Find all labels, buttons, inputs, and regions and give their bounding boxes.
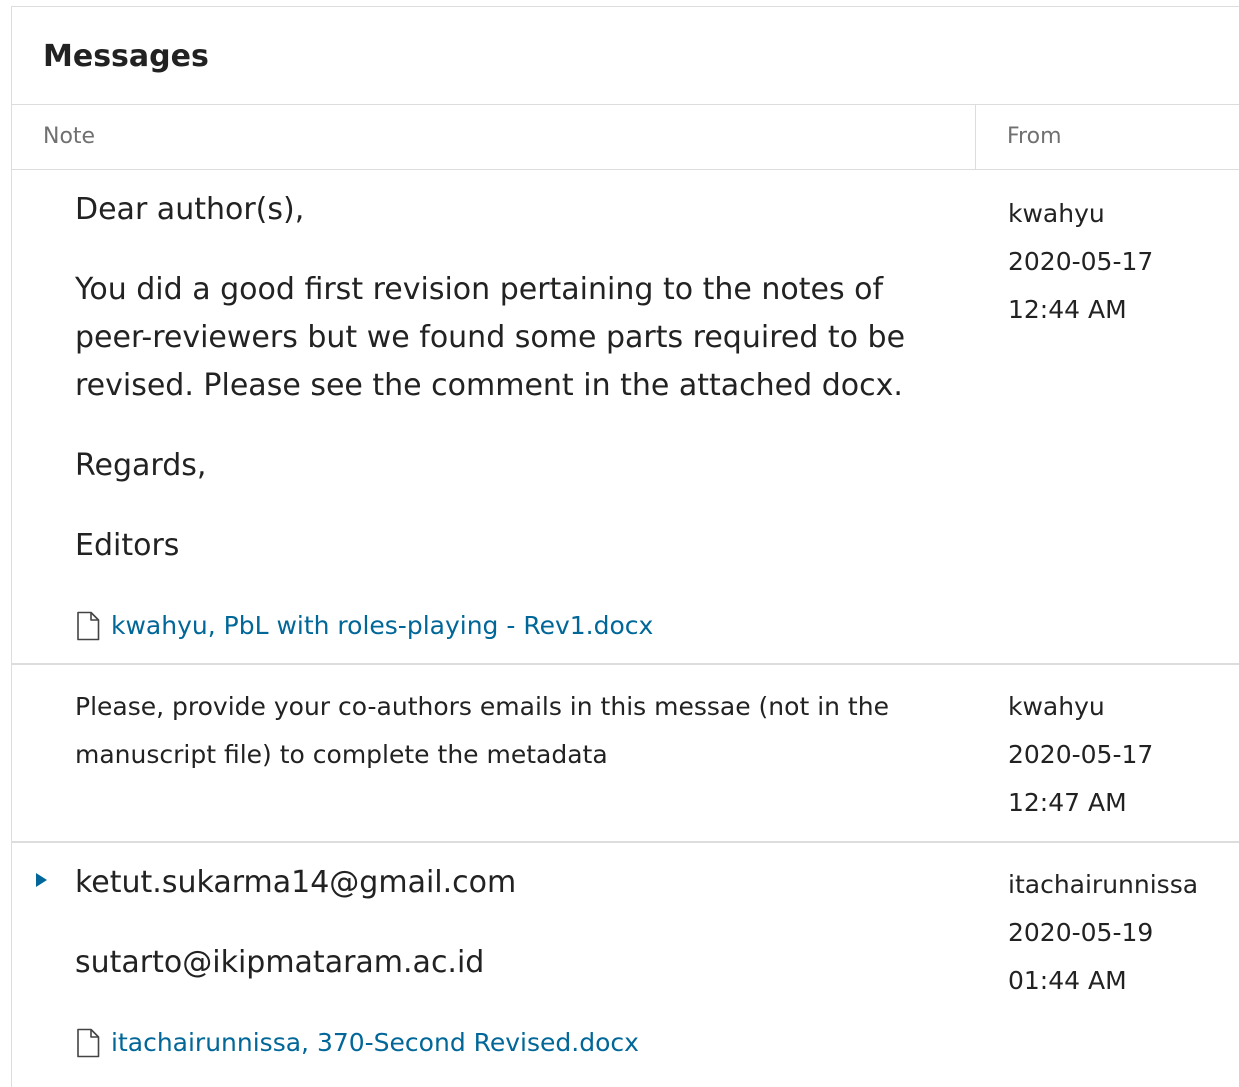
message-date: 2020-05-17	[1008, 247, 1154, 276]
message-note: ketut.sukarma14@gmail.com sutarto@ikipma…	[75, 859, 955, 1059]
message-from-user: kwahyu	[1008, 199, 1105, 228]
message-paragraph: ketut.sukarma14@gmail.com	[75, 865, 517, 900]
message-date: 2020-05-19	[1008, 918, 1154, 947]
message-date: 2020-05-17	[1008, 740, 1154, 769]
message-row: Dear author(s), You did a good first rev…	[12, 170, 1239, 665]
caret-right-icon[interactable]	[34, 871, 50, 889]
message-note: Please, provide your co-authors emails i…	[75, 683, 955, 779]
attachment-link[interactable]: kwahyu, PbL with roles-playing - Rev1.do…	[75, 610, 955, 642]
message-time: 12:47 AM	[1008, 788, 1127, 817]
column-header-note: Note	[43, 124, 96, 149]
message-row: ketut.sukarma14@gmail.com sutarto@ikipma…	[12, 843, 1239, 1083]
table-column-header: Note From	[12, 105, 1239, 170]
panel-header: Messages	[12, 7, 1239, 105]
attachment-filename: kwahyu, PbL with roles-playing - Rev1.do…	[111, 611, 654, 640]
panel-title: Messages	[43, 39, 209, 74]
message-paragraph: Editors	[75, 528, 180, 563]
message-row: Please, provide your co-authors emails i…	[12, 665, 1239, 843]
column-header-from: From	[1007, 124, 1062, 149]
message-note: Dear author(s), You did a good first rev…	[75, 186, 955, 642]
file-icon	[77, 1028, 100, 1058]
attachment-filename: itachairunnissa, 370-Second Revised.docx	[111, 1028, 639, 1057]
messages-panel: Messages Note From Dear author(s), You d…	[11, 6, 1239, 1087]
message-from: itachairunnissa 2020-05-19 01:44 AM	[1008, 861, 1239, 1005]
message-paragraph: Regards,	[75, 448, 207, 483]
attachment-link[interactable]: itachairunnissa, 370-Second Revised.docx	[75, 1027, 955, 1059]
message-from: kwahyu 2020-05-17 12:44 AM	[1008, 190, 1239, 334]
message-time: 01:44 AM	[1008, 966, 1127, 995]
message-paragraph: Dear author(s),	[75, 192, 305, 227]
column-divider	[975, 105, 976, 169]
message-paragraph: Please, provide your co-authors emails i…	[75, 692, 889, 769]
message-paragraph: You did a good first revision pertaining…	[75, 272, 906, 403]
message-from-user: kwahyu	[1008, 692, 1105, 721]
message-paragraph: sutarto@ikipmataram.ac.id	[75, 945, 485, 980]
message-time: 12:44 AM	[1008, 295, 1127, 324]
message-from: kwahyu 2020-05-17 12:47 AM	[1008, 683, 1239, 827]
file-icon	[77, 611, 100, 641]
message-from-user: itachairunnissa	[1008, 870, 1199, 899]
